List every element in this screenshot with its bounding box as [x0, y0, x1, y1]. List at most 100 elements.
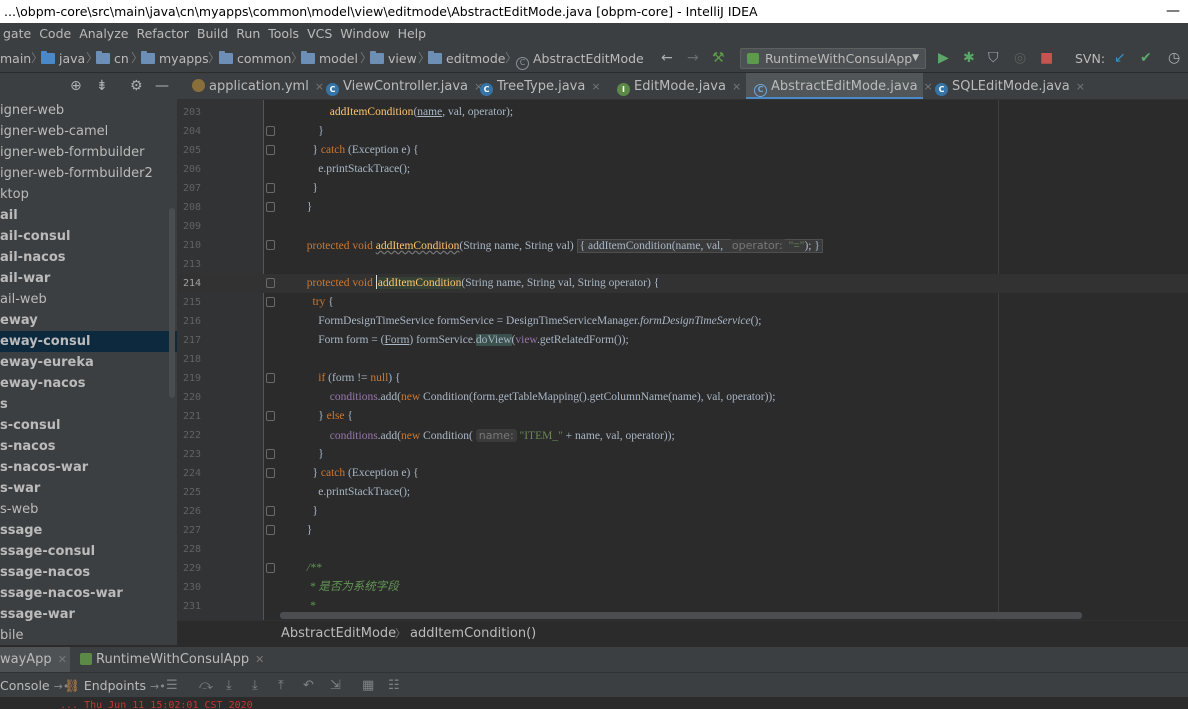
code-line[interactable]: 209 [177, 217, 1188, 236]
breadcrumb-java[interactable]: java [41, 44, 85, 72]
fold-marker-icon[interactable] [266, 373, 275, 383]
close-icon[interactable]: × [1076, 80, 1085, 93]
stop-icon[interactable]: ■ [1040, 44, 1053, 72]
locate-target-icon[interactable]: ⊕ [70, 73, 82, 100]
project-tree-item[interactable]: s-nacos-war [0, 457, 177, 478]
code-line[interactable]: 224 } catch (Exception e) { [177, 464, 1188, 483]
step-into-icon[interactable]: ⤓ [226, 673, 232, 697]
code-line[interactable]: 228 [177, 540, 1188, 559]
fold-marker-icon[interactable] [266, 468, 275, 478]
code-line[interactable]: 206 e.printStackTrace(); [177, 160, 1188, 179]
editor-tab[interactable]: C SQLEditMode.java × [927, 73, 1085, 99]
code-line[interactable]: 215 try { [177, 293, 1188, 312]
code-line[interactable]: 230 * 是否为系统字段 [177, 578, 1188, 597]
line-number[interactable]: 213 [177, 255, 201, 274]
menu-help[interactable]: Help [395, 23, 432, 44]
line-number[interactable]: 207 [177, 179, 201, 198]
project-tree-item[interactable]: ssage [0, 520, 177, 541]
line-number[interactable]: 205 [177, 141, 201, 160]
project-tree-item[interactable]: ssage-nacos-war [0, 583, 177, 604]
menu-code[interactable]: Code [36, 23, 76, 44]
editor-horizontal-scrollbar[interactable] [280, 612, 1082, 619]
project-tree-item[interactable]: ail [0, 205, 177, 226]
run-to-cursor-icon[interactable]: ⇲ [330, 673, 341, 697]
menu-vcs[interactable]: VCS [304, 23, 337, 44]
code-line[interactable]: 218 [177, 350, 1188, 369]
close-icon[interactable]: ✕ [255, 653, 264, 666]
editor-tab[interactable]: C TreeType.java × [472, 73, 605, 99]
profile-icon[interactable]: ◎ [1014, 44, 1026, 72]
line-number[interactable]: 226 [177, 502, 201, 521]
project-tree-item[interactable]: ail-consul [0, 226, 177, 247]
breadcrumb-cn[interactable]: cn [96, 44, 129, 72]
line-number[interactable]: 229 [177, 559, 201, 578]
fold-marker-icon[interactable] [266, 126, 275, 136]
project-tree-item[interactable]: s-consul [0, 415, 177, 436]
line-number[interactable]: 215 [177, 293, 201, 312]
breadcrumb-editmode[interactable]: editmode [428, 44, 505, 72]
coverage-shield-icon[interactable]: ⛉ [988, 44, 999, 72]
endpoints-tab[interactable]: ⛓ Endpoints →• [64, 673, 166, 697]
project-tree-item[interactable]: eway [0, 310, 177, 331]
code-line[interactable]: 226 } [177, 502, 1188, 521]
line-number[interactable]: 222 [177, 426, 201, 445]
fold-marker-icon[interactable] [266, 506, 275, 516]
gear-icon[interactable]: ⚙ [130, 73, 143, 100]
fold-marker-icon[interactable] [266, 202, 275, 212]
close-icon[interactable]: × [732, 80, 741, 93]
code-line[interactable]: 203 addItemCondition(name, val, operator… [177, 103, 1188, 122]
step-out-icon[interactable]: ⤒ [278, 673, 284, 697]
project-tree-item[interactable]: bile [0, 625, 177, 645]
fold-marker-icon[interactable] [266, 449, 275, 459]
code-line[interactable]: 214 protected void addItemCondition(Stri… [177, 274, 1188, 293]
line-number[interactable]: 230 [177, 578, 201, 597]
trace-icon[interactable]: ☷ [388, 673, 400, 697]
project-tree-item[interactable]: igner-web [0, 100, 177, 121]
line-number[interactable]: 223 [177, 445, 201, 464]
line-number[interactable]: 203 [177, 103, 201, 122]
code-line[interactable]: 216 FormDesignTimeService formService = … [177, 312, 1188, 331]
code-line[interactable]: 213 [177, 255, 1188, 274]
project-tree-item[interactable]: eway-nacos [0, 373, 177, 394]
fold-marker-icon[interactable] [266, 145, 275, 155]
editor-tab[interactable]: C AbstractEditMode.java × [746, 73, 933, 99]
code-line[interactable]: 227 } [177, 521, 1188, 540]
line-number[interactable]: 224 [177, 464, 201, 483]
fold-marker-icon[interactable] [266, 278, 275, 288]
menu-window[interactable]: Window [337, 23, 394, 44]
line-number[interactable]: 220 [177, 388, 201, 407]
editor-tab[interactable]: C ViewController.java × [318, 73, 483, 99]
close-icon[interactable]: ✕ [58, 653, 67, 666]
code-line[interactable]: 222 conditions.add(new Condition( name: … [177, 426, 1188, 445]
project-tree-item[interactable]: s-web [0, 499, 177, 520]
line-number[interactable]: 217 [177, 331, 201, 350]
breadcrumb-view[interactable]: view [370, 44, 417, 72]
breadcrumb-main[interactable]: main [0, 44, 31, 72]
code-line[interactable]: 223 } [177, 445, 1188, 464]
project-tree-item[interactable]: ail-web [0, 289, 177, 310]
code-line[interactable]: 220 conditions.add(new Condition(form.ge… [177, 388, 1188, 407]
evaluate-table-icon[interactable]: ▦ [362, 673, 374, 697]
menu-tools[interactable]: Tools [265, 23, 304, 44]
project-tree-item[interactable]: ssage-consul [0, 541, 177, 562]
line-number[interactable]: 209 [177, 217, 201, 236]
line-number[interactable]: 216 [177, 312, 201, 331]
line-number[interactable]: 225 [177, 483, 201, 502]
project-tree-item[interactable]: igner-web-formbuilder [0, 142, 177, 163]
editor-tab[interactable]: application.yml × [184, 73, 324, 99]
project-tree-item[interactable]: ail-war [0, 268, 177, 289]
collapse-all-icon[interactable]: ⇟ [96, 73, 108, 100]
line-number[interactable]: 231 [177, 597, 201, 616]
line-number[interactable]: 218 [177, 350, 201, 369]
step-over-icon[interactable]: ⤼ [199, 673, 213, 697]
project-tree-item[interactable]: ktop [0, 184, 177, 205]
code-line[interactable]: 207 } [177, 179, 1188, 198]
menu-analyze[interactable]: Analyze [76, 23, 133, 44]
menu-build[interactable]: Build [194, 23, 233, 44]
line-number[interactable]: 228 [177, 540, 201, 559]
fold-marker-icon[interactable] [266, 240, 275, 250]
breadcrumb-model[interactable]: model [301, 44, 358, 72]
line-number[interactable]: 219 [177, 369, 201, 388]
project-tree-item[interactable]: s-nacos [0, 436, 177, 457]
vcs-history-icon[interactable]: ◷ [1168, 44, 1180, 72]
